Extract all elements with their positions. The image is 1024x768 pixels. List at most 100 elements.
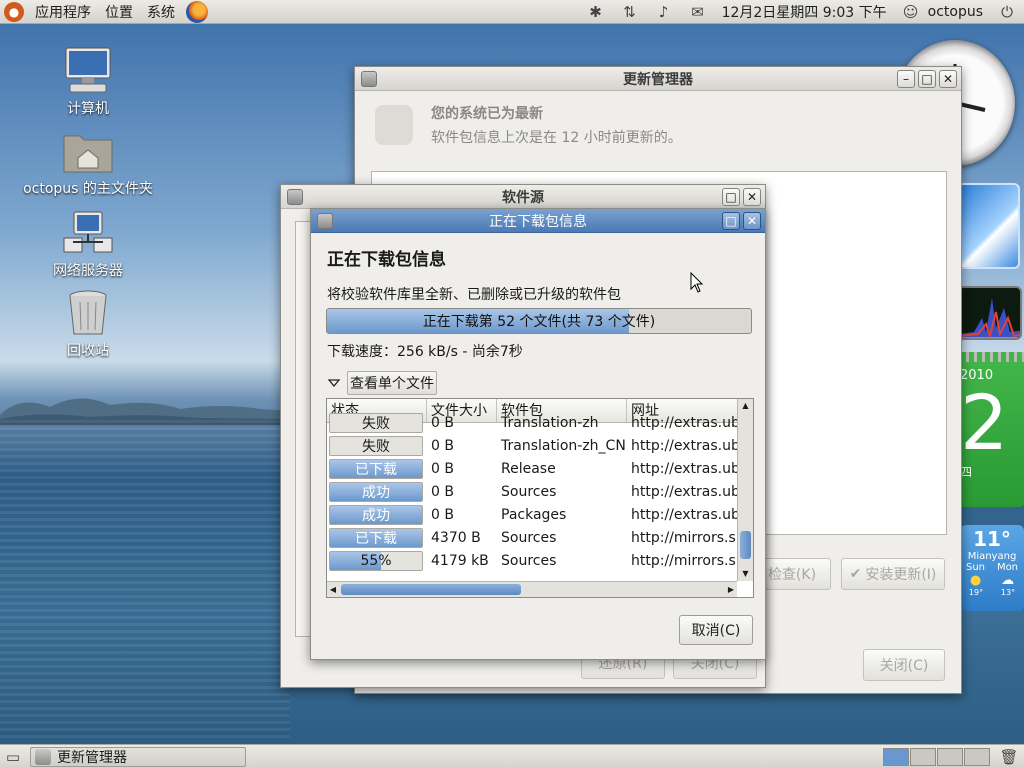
user-icon: ☺ [902, 2, 919, 21]
status-label: 失败 [362, 415, 390, 432]
desktop-icon-network[interactable]: 网络服务器 [18, 208, 158, 280]
expander-label: 查看单个文件 [347, 371, 437, 395]
monitor-graph-icon [960, 298, 1020, 338]
close-button[interactable]: ✕ [743, 187, 761, 206]
workspace-1[interactable] [883, 747, 909, 766]
checkmark-icon: ✔ [849, 566, 862, 582]
computer-icon [65, 47, 111, 93]
workspace-2[interactable] [910, 747, 936, 766]
mouse-pointer-icon [690, 272, 704, 293]
table-row[interactable]: 成功 0 B Packages http://extras.ub [327, 503, 737, 526]
clock-datetime[interactable]: 12月2日星期四 9:03 下午 [715, 0, 894, 24]
horizontal-scrollbar[interactable]: ◀ ▶ [327, 581, 737, 597]
window-title: 软件源 [502, 189, 544, 206]
weather-temp: 11° [973, 527, 1011, 551]
package-cell: Sources [501, 552, 557, 569]
menu-applications[interactable]: 应用程序 [28, 0, 98, 24]
horizontal-scroll-thumb[interactable] [341, 584, 521, 595]
taskbar-item-update-manager[interactable]: 更新管理器 [30, 746, 246, 767]
close-button[interactable]: ✕ [939, 69, 957, 88]
update-close-button[interactable]: 关闭(C) [863, 649, 945, 681]
software-sources-titlebar[interactable]: 软件源 □ ✕ [281, 185, 765, 209]
table-row[interactable]: 已下载 4370 B Sources http://mirrors.s [327, 526, 737, 549]
status-progress: 55% [329, 550, 423, 571]
hills-scenery [0, 398, 290, 425]
install-updates-button[interactable]: ✔ 安装更新(I) [841, 558, 945, 590]
power-icon[interactable]: ⏻ [996, 1, 1018, 23]
file-table[interactable]: 状态 文件大小 软件包 网址 失败 0 B Translation-zh http:/… [326, 398, 754, 598]
home-folder-icon [63, 135, 113, 173]
workspace-4[interactable] [964, 747, 990, 766]
download-speed: 下载速度：256 kB/s - 尚余7秒 [327, 344, 523, 360]
status-cell: 失败 [327, 435, 427, 456]
update-manager-titlebar[interactable]: 更新管理器 – □ ✕ [355, 67, 961, 91]
package-cell: Translation-zh_CN [501, 437, 626, 454]
menu-system[interactable]: 系统 [140, 0, 182, 24]
table-row[interactable]: 55% 4179 kB Sources http://mirrors.s [327, 549, 737, 572]
workspace-switcher[interactable] [883, 747, 990, 766]
download-dialog-titlebar[interactable]: 正在下载包信息 □ ✕ [311, 209, 765, 233]
desktop-icon-label: 回收站 [67, 343, 109, 359]
scroll-left-arrow-icon[interactable]: ◀ [327, 582, 339, 597]
calendar-day: 2 [960, 378, 1009, 467]
size-cell: 4370 B [431, 529, 481, 546]
download-app-icon [317, 212, 333, 229]
url-cell: http://extras.ub [631, 414, 737, 431]
update-status-icon [375, 105, 413, 145]
taskbar-app-icon [35, 748, 51, 765]
weather-day-1: Mon [996, 562, 1019, 573]
minimize-button[interactable]: – [897, 69, 915, 88]
vertical-scrollbar[interactable]: ▲ ▼ [737, 399, 753, 581]
water-scenery [0, 420, 290, 740]
maximize-button[interactable]: □ [722, 211, 740, 230]
maximize-button[interactable]: □ [722, 187, 740, 206]
cancel-button[interactable]: 取消(C) [679, 615, 753, 645]
scroll-down-arrow-icon[interactable]: ▼ [738, 567, 753, 581]
progress-text: 正在下载第 52 个文件(共 73 个文件) [422, 314, 656, 330]
table-row[interactable]: 已下载 0 B Release http://extras.ub [327, 457, 737, 480]
url-cell: http://extras.ub [631, 506, 737, 523]
firefox-icon[interactable] [186, 0, 208, 23]
table-row[interactable]: 失败 0 B Translation-zh http://extras.ub [327, 411, 737, 434]
status-cell: 失败 [327, 412, 427, 433]
window-title: 更新管理器 [623, 71, 693, 88]
table-row[interactable]: 失败 0 B Translation-zh_CN http://extras.ub [327, 434, 737, 457]
overall-progress-bar: 正在下载第 52 个文件(共 73 个文件) [326, 308, 752, 334]
network-server-icon [63, 211, 113, 253]
volume-icon[interactable]: ♪ [653, 1, 675, 23]
system-monitor-widget [958, 286, 1022, 340]
size-cell: 0 B [431, 483, 454, 500]
status-label: 成功 [362, 484, 390, 501]
scroll-right-arrow-icon[interactable]: ▶ [725, 582, 737, 597]
status-label: 已下载 [355, 461, 397, 478]
desktop-icon-home[interactable]: octopus 的主文件夹 [18, 126, 158, 198]
weather-low-0: 19° [968, 588, 984, 597]
desktop-icon-trash[interactable]: 回收站 [18, 288, 158, 360]
workspace-3[interactable] [937, 747, 963, 766]
table-row[interactable]: 成功 0 B Sources http://extras.ub [327, 480, 737, 503]
status-progress: 失败 [329, 412, 423, 433]
ubuntu-logo-icon[interactable]: ● [4, 1, 24, 22]
bluetooth-icon[interactable]: ✱ [585, 1, 607, 23]
update-subtitle: 软件包信息上次是在 12 小时前更新的。 [431, 130, 682, 146]
calendar-widget: 2010 2 四 [958, 352, 1024, 507]
vertical-scroll-thumb[interactable] [740, 531, 751, 559]
install-updates-label: 安装更新(I) [865, 567, 937, 583]
status-cell: 成功 [327, 481, 427, 502]
status-cell: 已下载 [327, 527, 427, 548]
package-cell: Sources [501, 529, 557, 546]
size-cell: 4179 kB [431, 552, 489, 569]
menu-places[interactable]: 位置 [98, 0, 140, 24]
trash-applet-icon[interactable]: 🗑 [998, 746, 1020, 768]
desktop-icon-computer[interactable]: 计算机 [18, 46, 158, 118]
maximize-button[interactable]: □ [918, 69, 936, 88]
status-progress: 已下载 [329, 458, 423, 479]
close-button[interactable]: ✕ [743, 211, 761, 230]
show-desktop-icon[interactable]: ▭ [2, 746, 24, 768]
file-details-expander[interactable]: 查看单个文件 [327, 371, 437, 395]
mail-icon[interactable]: ✉ [687, 1, 709, 23]
user-name[interactable]: octopus [928, 0, 990, 24]
network-icon[interactable]: ⇅ [619, 1, 641, 23]
scroll-up-arrow-icon[interactable]: ▲ [738, 399, 753, 413]
url-cell: http://extras.ub [631, 460, 737, 477]
